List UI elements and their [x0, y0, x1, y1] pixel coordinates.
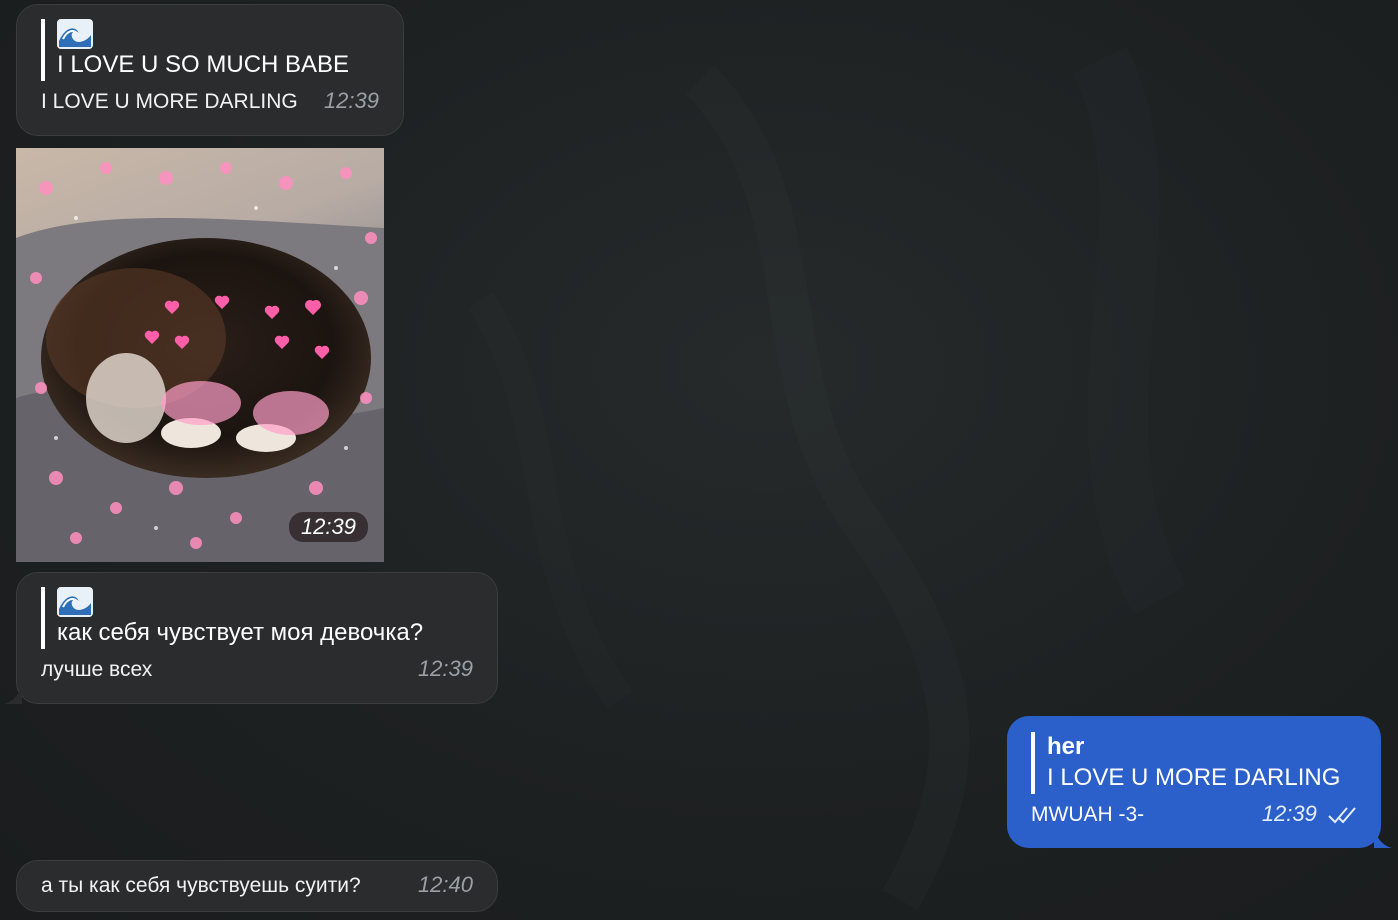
- message-text: I LOVE U MORE DARLING: [41, 90, 298, 113]
- incoming-message-2[interactable]: как себя чувствует моя девочка? лучше вс…: [16, 572, 498, 704]
- chat-window: I LOVE U SO MUCH BABE I LOVE U MORE DARL…: [0, 0, 1398, 920]
- message-time: 12:40: [417, 872, 473, 897]
- incoming-message-3[interactable]: а ты как себя чувствуешь суити? 12:40: [16, 860, 498, 912]
- cat-with-hearts-photo: [16, 162, 384, 562]
- message-text: лучше всех: [41, 658, 153, 681]
- bubble-tail-right: [1374, 830, 1392, 848]
- photo-message[interactable]: 12:39: [16, 148, 384, 562]
- message-text: а ты как себя чувствуешь суити?: [41, 874, 361, 897]
- reply-quote[interactable]: her I LOVE U MORE DARLING: [1031, 732, 1357, 794]
- message-time: 12:39: [323, 88, 379, 113]
- message-meta: 12:39: [1262, 801, 1357, 827]
- water-wave-emoji-icon: [57, 19, 93, 49]
- bubble-tail-left: [4, 686, 22, 704]
- double-check-icon: [1328, 807, 1356, 824]
- photo-time: 12:39: [288, 512, 368, 542]
- water-wave-emoji-icon: [57, 587, 93, 617]
- reply-sender: her: [1047, 733, 1085, 760]
- reply-quote-text: как себя чувствует моя девочка?: [57, 619, 424, 646]
- incoming-message-1[interactable]: I LOVE U SO MUCH BABE I LOVE U MORE DARL…: [16, 4, 404, 136]
- reply-quote-text: I LOVE U SO MUCH BABE: [57, 51, 350, 78]
- outgoing-message[interactable]: her I LOVE U MORE DARLING MWUAH -3- 12:3…: [1007, 716, 1381, 848]
- reply-quote[interactable]: как себя чувствует моя девочка?: [41, 587, 473, 649]
- reply-quote[interactable]: I LOVE U SO MUCH BABE: [41, 19, 379, 81]
- message-time: 12:39: [417, 656, 473, 681]
- reply-quote-text: I LOVE U MORE DARLING: [1047, 764, 1341, 791]
- message-text: MWUAH -3-: [1031, 803, 1145, 826]
- message-time: 12:39: [1261, 801, 1317, 826]
